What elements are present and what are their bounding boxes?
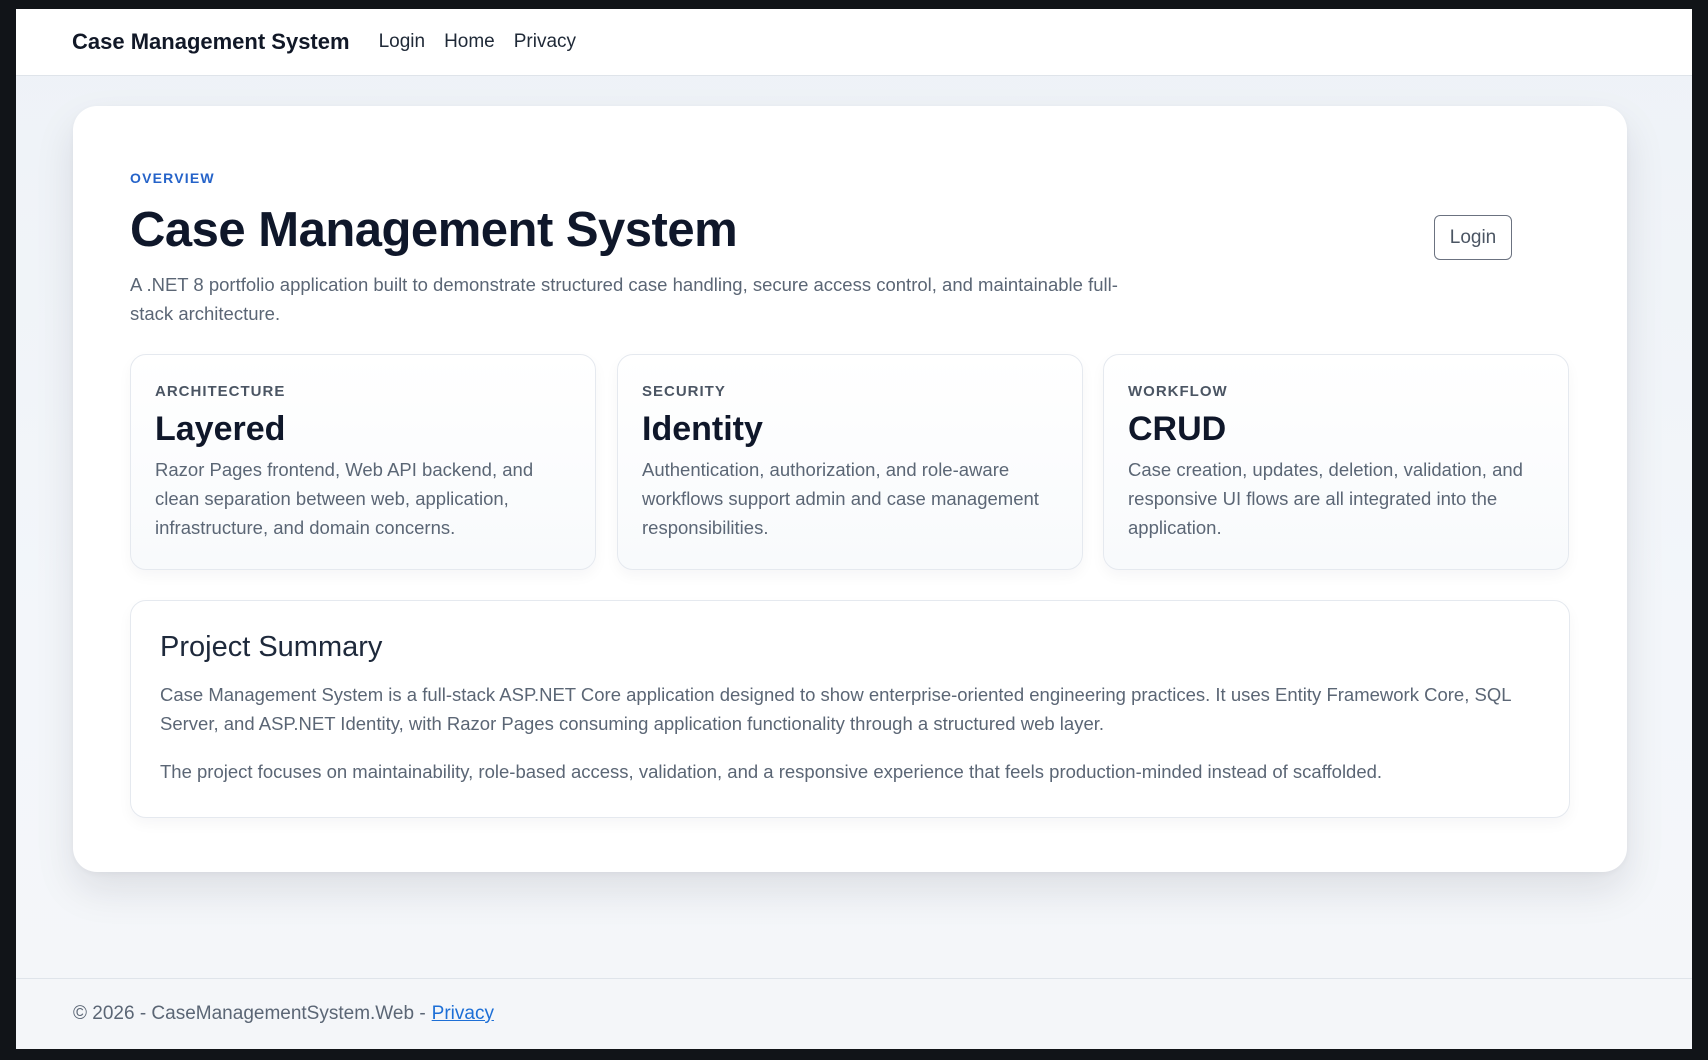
card-title: CRUD xyxy=(1128,410,1227,448)
brand-link[interactable]: Case Management System xyxy=(72,29,350,55)
feature-card-architecture: ARCHITECTURE Layered Razor Pages fronten… xyxy=(130,354,596,570)
card-title: Layered xyxy=(155,410,286,448)
project-summary-card: Project Summary Case Management System i… xyxy=(130,600,1570,818)
top-navbar: Case Management System Login Home Privac… xyxy=(16,9,1692,76)
overview-eyebrow: OVERVIEW xyxy=(130,170,215,186)
card-description: Razor Pages frontend, Web API backend, a… xyxy=(155,459,534,538)
feature-card-workflow: WORKFLOW CRUD Case creation, updates, de… xyxy=(1103,354,1569,570)
summary-paragraph: The project focuses on maintainability, … xyxy=(160,761,1383,782)
feature-card-security: SECURITY Identity Authentication, author… xyxy=(617,354,1083,570)
login-button[interactable]: Login xyxy=(1434,215,1512,260)
card-title: Identity xyxy=(642,410,763,448)
card-description: Case creation, updates, deletion, valida… xyxy=(1128,459,1523,538)
card-description: Authentication, authorization, and role-… xyxy=(642,459,1039,538)
page-title: Case Management System xyxy=(130,203,738,257)
footer-privacy-link[interactable]: Privacy xyxy=(432,1003,494,1025)
nav-link-login[interactable]: Login xyxy=(379,31,426,53)
nav-link-privacy[interactable]: Privacy xyxy=(514,31,576,53)
hero-description: A .NET 8 portfolio application built to … xyxy=(130,274,1118,324)
card-eyebrow: WORKFLOW xyxy=(1128,383,1228,400)
card-eyebrow: ARCHITECTURE xyxy=(155,383,286,400)
page-footer: © 2026 - CaseManagementSystem.Web - Priv… xyxy=(16,978,1692,1049)
card-eyebrow: SECURITY xyxy=(642,383,726,400)
overview-panel: OVERVIEW Case Management System A .NET 8… xyxy=(73,106,1627,872)
browser-viewport: Case Management System Login Home Privac… xyxy=(16,9,1692,1049)
nav-link-home[interactable]: Home xyxy=(444,31,495,53)
summary-paragraph: Case Management System is a full-stack A… xyxy=(160,684,1511,734)
summary-title: Project Summary xyxy=(160,631,383,663)
footer-copyright: © 2026 - CaseManagementSystem.Web - xyxy=(73,1003,426,1024)
